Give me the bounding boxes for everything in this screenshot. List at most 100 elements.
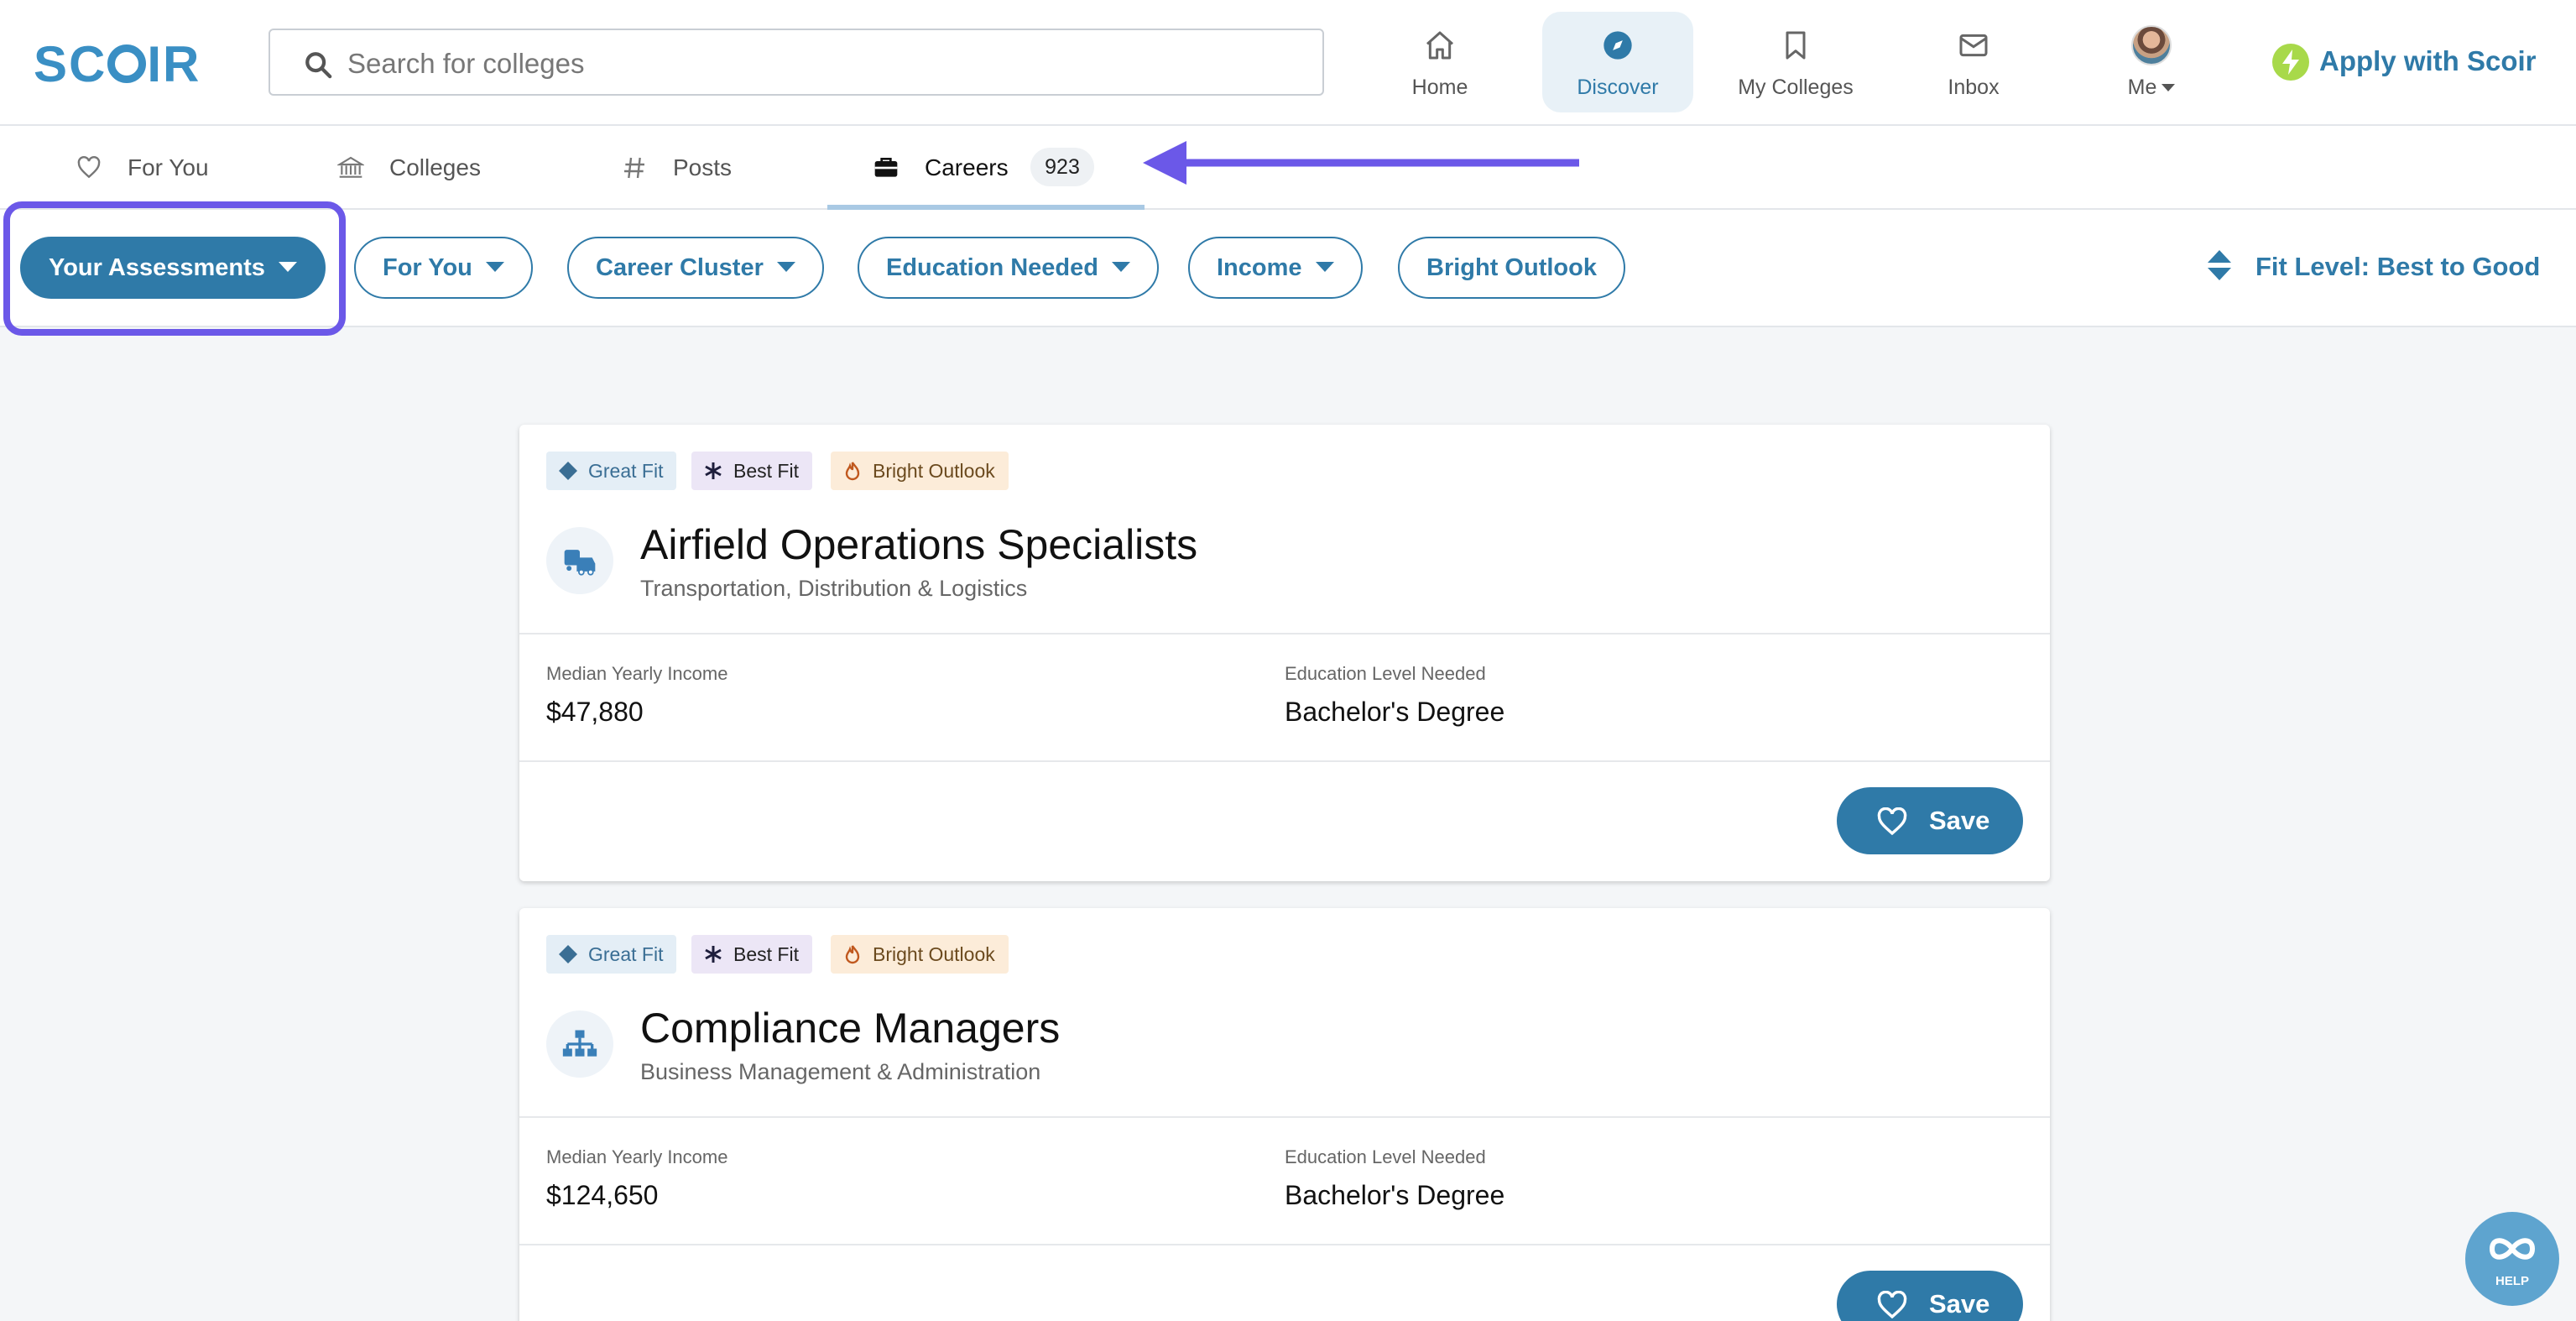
income-value: $47,880 (546, 697, 644, 727)
avatar (2131, 25, 2172, 65)
search-input[interactable] (347, 45, 1287, 82)
chevron-down-icon (2161, 84, 2176, 91)
tab-posts[interactable]: Posts (621, 126, 772, 210)
flame-icon (845, 945, 860, 964)
bright-outlook-badge: Bright Outlook (831, 935, 1009, 974)
careers-count-badge: 923 (1030, 148, 1094, 186)
nav-inbox-label: Inbox (1948, 76, 2000, 99)
great-fit-badge: Great Fit (546, 935, 677, 974)
annotation-arrow (1143, 141, 1579, 185)
heart-icon (77, 156, 101, 179)
tab-for-you[interactable]: For You (76, 126, 243, 210)
caret-down-icon (1315, 262, 1334, 272)
compass-icon (1603, 31, 1632, 60)
filter-education-needed-label: Education Needed (886, 254, 1098, 281)
sort-label: Fit Level: Best to Good (2255, 252, 2541, 281)
filter-bright-outlook[interactable]: Bright Outlook (1398, 237, 1625, 299)
filter-education-needed[interactable]: Education Needed (858, 237, 1159, 299)
institution-icon (337, 156, 364, 178)
nav-inbox[interactable]: Inbox (1898, 12, 2049, 112)
filter-for-you-label: For You (383, 254, 472, 281)
annotation-highlight-box (3, 201, 346, 336)
flame-icon (845, 462, 860, 481)
help-label: HELP (2495, 1274, 2529, 1288)
save-button[interactable]: Save (1837, 787, 2023, 854)
career-card[interactable]: Great Fit Best Fit Bright Outlook Airfie… (519, 425, 2050, 881)
bolt-icon (2272, 44, 2309, 81)
nav-home[interactable]: Home (1364, 12, 1515, 112)
filter-bright-outlook-label: Bright Outlook (1426, 254, 1597, 281)
education-label: Education Level Needed (1285, 1146, 1486, 1167)
briefcase-icon (874, 158, 898, 177)
scoir-logo[interactable]: SC IR (34, 35, 201, 93)
career-card[interactable]: Great Fit Best Fit Bright Outlook Compli… (519, 908, 2050, 1321)
divider (519, 1116, 2050, 1118)
caret-down-icon (1112, 262, 1130, 272)
tab-colleges-label: Colleges (389, 154, 481, 180)
tab-posts-label: Posts (673, 154, 733, 180)
bookmark-icon (1786, 31, 1806, 60)
org-chart-icon (546, 1010, 613, 1078)
nav-me-label: Me (2127, 76, 2157, 99)
divider (519, 760, 2050, 762)
career-cluster: Transportation, Distribution & Logistics (640, 576, 1028, 601)
nav-my-colleges[interactable]: My Colleges (1720, 12, 1871, 112)
mail-icon (1959, 34, 1988, 57)
heart-icon (1877, 1291, 1907, 1319)
great-fit-label: Great Fit (588, 943, 664, 965)
divider (519, 1244, 2050, 1245)
search-box (269, 29, 1324, 96)
tab-colleges[interactable]: Colleges (337, 126, 505, 210)
nav-me[interactable]: Me (2076, 12, 2227, 112)
career-cluster: Business Management & Administration (640, 1059, 1041, 1084)
transportation-icon (546, 527, 613, 594)
home-icon (1426, 31, 1453, 60)
tab-for-you-label: For You (128, 154, 209, 180)
filter-income-label: Income (1217, 254, 1302, 281)
education-label: Education Level Needed (1285, 663, 1486, 684)
filter-career-cluster[interactable]: Career Cluster (567, 237, 824, 299)
apply-label: Apply with Scoir (2319, 45, 2537, 76)
sort-icon (2208, 250, 2231, 280)
education-value: Bachelor's Degree (1285, 1180, 1505, 1210)
career-title[interactable]: Compliance Managers (640, 1004, 1060, 1052)
tab-careers-label: Careers (925, 154, 1009, 180)
income-value: $124,650 (546, 1180, 659, 1210)
infinity-icon (2489, 1238, 2536, 1260)
asterisk-icon (705, 462, 722, 479)
filter-bar: Your Assessments For You Career Cluster … (0, 210, 2576, 327)
nav-discover-label: Discover (1577, 76, 1659, 99)
filter-career-cluster-label: Career Cluster (596, 254, 764, 281)
best-fit-label: Best Fit (733, 460, 799, 482)
great-fit-badge: Great Fit (546, 452, 677, 490)
divider (519, 633, 2050, 634)
caret-down-icon (485, 262, 504, 272)
diamond-icon (559, 945, 577, 963)
best-fit-label: Best Fit (733, 943, 799, 965)
top-navigation-bar: SCIR Home Discover My Colleges Inbox Me … (0, 0, 2576, 126)
nav-home-label: Home (1411, 76, 1468, 99)
caret-down-icon (776, 262, 795, 272)
hash-icon (624, 157, 644, 179)
bright-outlook-label: Bright Outlook (873, 943, 995, 965)
bright-outlook-badge: Bright Outlook (831, 452, 1009, 490)
save-button[interactable]: Save (1837, 1271, 2023, 1321)
heart-icon (1877, 807, 1907, 836)
filter-income[interactable]: Income (1188, 237, 1363, 299)
best-fit-badge: Best Fit (691, 452, 812, 490)
income-label: Median Yearly Income (546, 663, 728, 684)
nav-discover[interactable]: Discover (1542, 12, 1693, 112)
great-fit-label: Great Fit (588, 460, 664, 482)
tab-careers[interactable]: Careers 923 (827, 126, 1145, 210)
help-button[interactable]: HELP (2465, 1212, 2559, 1306)
nav-my-colleges-label: My Colleges (1738, 76, 1854, 99)
filter-for-you[interactable]: For You (354, 237, 533, 299)
save-label: Save (1929, 1289, 1990, 1318)
search-icon (305, 52, 332, 79)
bright-outlook-label: Bright Outlook (873, 460, 995, 482)
diamond-icon (559, 462, 577, 480)
career-title[interactable]: Airfield Operations Specialists (640, 520, 1197, 569)
income-label: Median Yearly Income (546, 1146, 728, 1167)
save-label: Save (1929, 806, 1990, 835)
asterisk-icon (705, 946, 722, 963)
